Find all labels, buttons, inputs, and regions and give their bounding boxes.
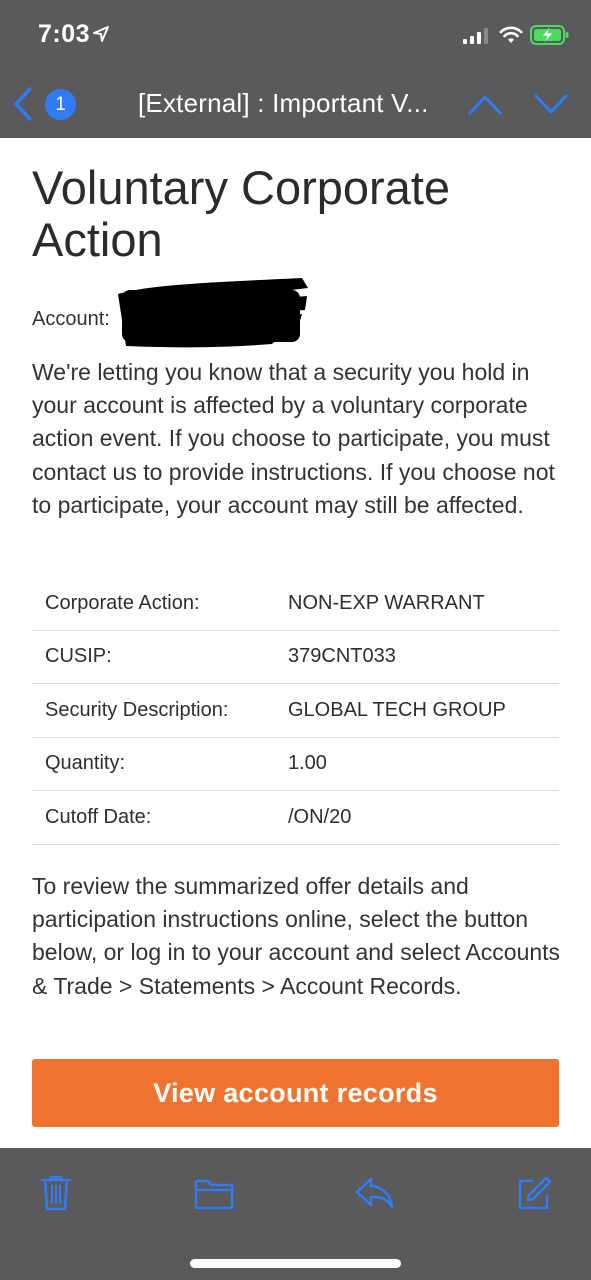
location-arrow-icon xyxy=(92,25,110,48)
detail-value: NON-EXP WARRANT xyxy=(288,577,559,631)
table-row: CUSIP: 379CNT033 xyxy=(32,630,559,684)
detail-value: 379CNT033 xyxy=(288,630,559,684)
battery-charging-icon xyxy=(530,25,570,50)
detail-label: CUSIP: xyxy=(32,630,288,684)
trash-icon[interactable] xyxy=(40,1174,72,1217)
detail-value: 1.00 xyxy=(288,737,559,791)
account-label: Account: xyxy=(32,308,110,330)
unread-count-badge[interactable]: 1 xyxy=(45,89,76,120)
redaction-scribble xyxy=(112,276,312,356)
compose-icon[interactable] xyxy=(516,1176,552,1217)
corporate-action-details-table: Corporate Action: NON-EXP WARRANT CUSIP:… xyxy=(32,577,559,845)
folder-icon[interactable] xyxy=(194,1178,234,1215)
message-subject: [External] : Important V... xyxy=(138,88,429,118)
wifi-icon xyxy=(499,26,523,49)
cellular-signal-icon xyxy=(463,28,489,49)
detail-label: Corporate Action: xyxy=(32,577,288,631)
table-row: Security Description: GLOBAL TECH GROUP xyxy=(32,683,559,738)
view-account-records-button[interactable]: View account records xyxy=(32,1059,559,1127)
instructions-paragraph: To review the summarized offer details a… xyxy=(32,873,561,999)
detail-label: Quantity: xyxy=(32,737,288,791)
detail-label: Security Description: xyxy=(32,683,288,738)
email-body: Voluntary Corporate Action Account: We'r… xyxy=(0,138,591,1148)
previous-message-chevron-up-icon[interactable] xyxy=(467,92,503,121)
next-message-chevron-down-icon[interactable] xyxy=(533,92,569,121)
detail-value: /ON/20 xyxy=(288,790,559,845)
message-nav-bar: 1 [External] : Important V... xyxy=(0,72,591,138)
email-headline: Voluntary Corporate Action xyxy=(32,161,451,266)
status-bar: 7:03 xyxy=(0,0,591,72)
detail-label: Cutoff Date: xyxy=(32,790,288,845)
detail-value: GLOBAL TECH GROUP xyxy=(288,683,559,738)
intro-paragraph: We're letting you know that a security y… xyxy=(32,359,555,518)
mail-screen: 7:03 1 [External]: Important V... Volun… xyxy=(0,0,591,1280)
status-time: 7:03 xyxy=(38,20,91,48)
mail-toolbar xyxy=(0,1148,591,1280)
home-indicator[interactable] xyxy=(190,1259,401,1268)
table-row: Quantity: 1.00 xyxy=(32,737,559,791)
table-row: Cutoff Date: /ON/20 xyxy=(32,790,559,845)
reply-icon[interactable] xyxy=(355,1176,395,1215)
back-chevron-icon[interactable] xyxy=(12,86,34,127)
table-row: Corporate Action: NON-EXP WARRANT xyxy=(32,577,559,631)
